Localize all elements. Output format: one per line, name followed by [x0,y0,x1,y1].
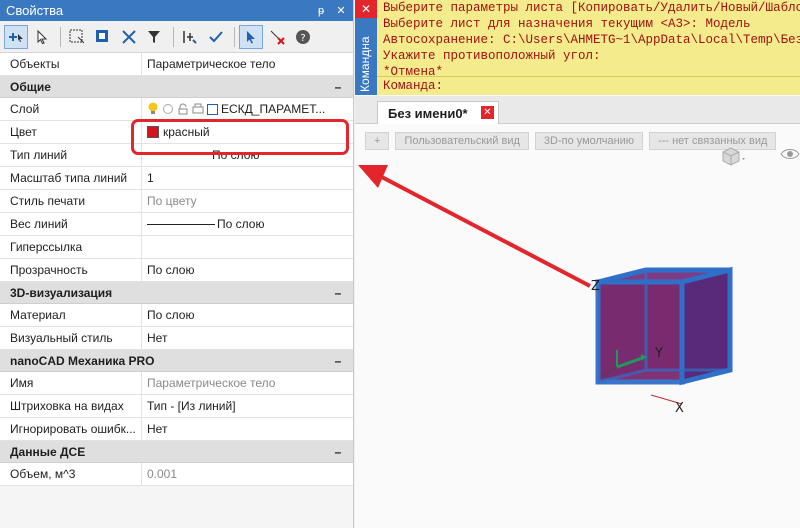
add-view-button[interactable]: + [365,132,390,150]
cube-model[interactable]: Y Z X [355,160,800,528]
section-dse[interactable]: Данные ДСЕ – [0,441,353,463]
command-line: Укажите противоположный угол: [383,49,601,63]
panel-title: Свойства [6,3,64,18]
command-history[interactable]: Выберите параметры листа [Копировать/Уда… [377,0,800,95]
collapse-icon[interactable]: – [323,445,353,459]
row-ignore-errors[interactable]: Игнорировать ошибк... Нет [0,418,353,441]
panel-titlebar: Свойства ᵽ ✕ [0,0,353,21]
command-line: Выберите параметры листа [Копировать/Уда… [383,1,800,15]
custom-view-button[interactable]: Пользовательский вид [395,132,529,150]
highlight-frame [131,119,349,155]
lineweight-preview [147,223,215,225]
model-viewport[interactable]: Y Z X [355,160,800,528]
toggle-pickadd-icon[interactable] [178,25,202,49]
linked-views-button[interactable]: --- нет связанных вид [649,132,777,150]
drawing-area: ✕ Командна Выберите параметры листа [Коп… [355,0,800,528]
collapse-icon[interactable]: – [323,354,353,368]
section-nanocad[interactable]: nanoCAD Механика PRO – [0,350,353,372]
pin-icon[interactable]: ᵽ [313,3,329,19]
properties-panel: Свойства ᵽ ✕ ? Объекты Параметрическое т… [0,0,354,528]
section-general[interactable]: Общие – [0,76,353,98]
axis-label-z: Z [591,279,600,294]
close-icon[interactable]: ✕ [333,3,349,19]
row-layer[interactable]: Слой ЕСКД_ПАРАМЕТ... [0,98,353,121]
layer-state-icons [147,102,218,116]
collapse-icon[interactable]: – [323,286,353,300]
toolbar-separator [173,26,174,47]
close-icon[interactable]: ✕ [481,106,494,119]
close-icon[interactable]: ✕ [355,0,377,18]
row-transparency[interactable]: Прозрачность По слою [0,259,353,282]
section-viz3d[interactable]: 3D-визуализация – [0,282,353,304]
deselect-icon[interactable] [265,25,289,49]
property-grid: Объекты Параметрическое тело Общие – Сло… [0,53,353,486]
tab-document[interactable]: Без имени0* ✕ [377,101,499,124]
lightbulb-icon [148,102,158,114]
toolbar-separator [234,26,235,47]
quick-select-icon[interactable] [117,25,141,49]
axis-label-x: X [675,401,684,416]
row-lineweight[interactable]: Вес линий По слою [0,213,353,236]
select-window-icon[interactable] [65,25,89,49]
command-line: Выберите лист для назначения текущим <A3… [383,17,751,31]
properties-toolbar: ? [0,21,353,53]
printer-icon [192,103,204,114]
lock-icon [178,103,188,115]
row-volume[interactable]: Объем, м^3 0.001 [0,463,353,486]
row-material[interactable]: Материал По слою [0,304,353,327]
pointer-mode-icon[interactable] [239,24,263,49]
row-hyperlink[interactable]: Гиперссылка [0,236,353,259]
sun-icon [163,104,173,114]
toolbar-separator [60,26,61,47]
svg-text:?: ? [300,33,305,44]
select-pointer-icon[interactable] [30,25,54,49]
command-line: Автосохранение: C:\Users\AHMETG~1\AppDat… [383,33,800,47]
row-name[interactable]: Имя Параметрическое тело [0,372,353,395]
help-icon[interactable]: ? [291,25,315,49]
command-strip: ✕ Командна [355,0,377,95]
check-select-icon[interactable] [204,25,228,49]
default-3d-button[interactable]: 3D-по умолчанию [534,132,644,150]
select-similar-icon[interactable] [91,25,115,49]
command-prompt[interactable]: Команда: [377,76,800,95]
row-visualstyle[interactable]: Визуальный стиль Нет [0,327,353,350]
filter-icon[interactable] [143,25,167,49]
document-tabs: Без имени0* ✕ [355,96,800,124]
row-objects[interactable]: Объекты Параметрическое тело [0,53,353,76]
axis-label-y: Y [654,346,663,361]
layer-color-icon [207,103,218,115]
row-hatch[interactable]: Штриховка на видах Тип - [Из линий] [0,395,353,418]
collapse-icon[interactable]: – [323,80,353,94]
row-ltscale[interactable]: Масштаб типа линий 1 [0,167,353,190]
row-plotstyle[interactable]: Стиль печати По цвету [0,190,353,213]
add-to-selection-icon[interactable] [4,24,28,49]
command-strip-label: Командна [358,36,372,92]
